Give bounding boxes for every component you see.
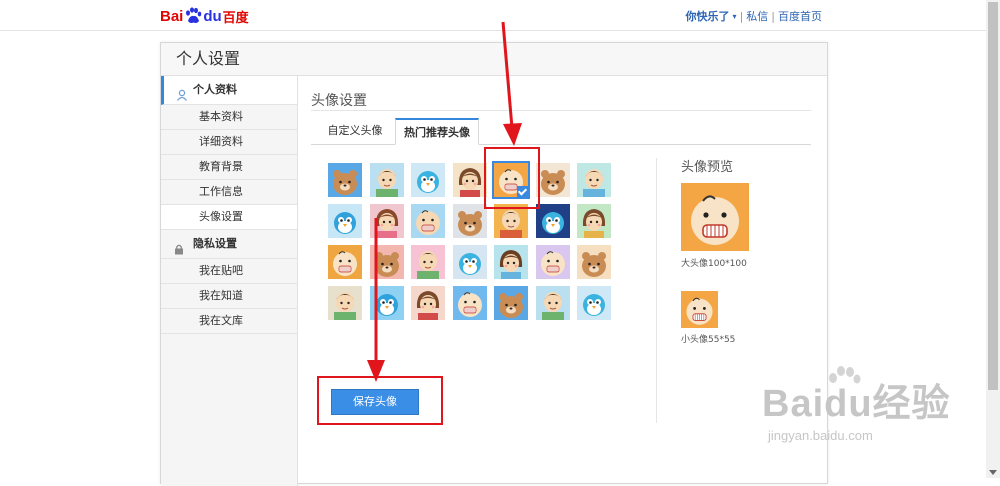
sidebar-item-avatar-settings[interactable]: 头像设置 bbox=[161, 205, 297, 230]
sidebar: 个人资料 基本资料 详细资料 教育背景 工作信息 头像设置 隐私设置 我在贴吧 … bbox=[161, 76, 298, 486]
sidebar-item-zhidao[interactable]: 我在知道 bbox=[161, 284, 297, 309]
section-divider bbox=[311, 110, 811, 111]
settings-panel: 个人设置 个人资料 基本资料 详细资料 教育背景 工作信息 头像设置 隐私设置 … bbox=[160, 42, 828, 486]
avatar-option[interactable] bbox=[453, 204, 487, 238]
sidebar-item-basic-info[interactable]: 基本资料 bbox=[161, 105, 297, 130]
avatar-option[interactable] bbox=[494, 204, 528, 238]
avatar-option[interactable] bbox=[577, 245, 611, 279]
avatar-option[interactable] bbox=[370, 286, 404, 320]
scroll-down-icon[interactable] bbox=[989, 470, 997, 475]
logo-bai-text: Bai bbox=[160, 7, 184, 25]
avatar-option[interactable] bbox=[370, 204, 404, 238]
baidu-home-link[interactable]: 百度首页 bbox=[778, 8, 822, 24]
big-preview-caption: 大头像100*100 bbox=[681, 259, 747, 269]
vertical-scrollbar[interactable] bbox=[986, 0, 1000, 478]
sidebar-item-detail-info[interactable]: 详细资料 bbox=[161, 130, 297, 155]
avatar-option[interactable] bbox=[411, 245, 445, 279]
sidebar-group-label: 个人资料 bbox=[193, 83, 237, 96]
sidebar-group-privacy[interactable]: 隐私设置 bbox=[161, 230, 297, 259]
avatar-option[interactable] bbox=[536, 163, 570, 197]
avatar-option[interactable] bbox=[453, 245, 487, 279]
avatar-option[interactable] bbox=[328, 245, 362, 279]
avatar-option[interactable] bbox=[494, 286, 528, 320]
avatar-option[interactable] bbox=[577, 163, 611, 197]
paw-icon bbox=[184, 7, 202, 25]
avatar-option[interactable] bbox=[328, 163, 362, 197]
username-link[interactable]: 你快乐了 bbox=[686, 8, 730, 24]
top-bar: Bai du 百度 你快乐了 ▾ | 私信 | 百度首页 bbox=[0, 0, 986, 31]
avatar-option[interactable] bbox=[536, 204, 570, 238]
top-links: 你快乐了 ▾ | 私信 | 百度首页 bbox=[685, 8, 822, 24]
lock-icon bbox=[173, 238, 185, 255]
avatar-option[interactable] bbox=[577, 286, 611, 320]
annotation-box-selected-avatar bbox=[484, 147, 540, 209]
tab-custom-avatar[interactable]: 自定义头像 bbox=[317, 118, 393, 143]
annotation-box-save-button bbox=[317, 376, 443, 425]
sidebar-group-label: 隐私设置 bbox=[193, 237, 237, 250]
logo-cn-text: 百度 bbox=[222, 10, 249, 26]
sidebar-group-profile[interactable]: 个人资料 bbox=[161, 76, 297, 105]
preview-title: 头像预览 bbox=[681, 160, 734, 175]
tab-recommended-avatar[interactable]: 热门推荐头像 bbox=[395, 118, 479, 145]
preview-divider bbox=[656, 158, 657, 423]
logo-du-text: du bbox=[203, 7, 222, 25]
avatar-option[interactable] bbox=[453, 286, 487, 320]
scrollbar-thumb[interactable] bbox=[988, 2, 998, 390]
chevron-down-icon[interactable]: ▾ bbox=[733, 12, 737, 21]
paw-icon bbox=[824, 364, 864, 397]
sidebar-item-wenku[interactable]: 我在文库 bbox=[161, 309, 297, 334]
avatar-tabs: 自定义头像 热门推荐头像 bbox=[311, 118, 811, 145]
baidu-logo[interactable]: Bai du 百度 bbox=[160, 6, 249, 26]
page-title: 个人设置 bbox=[161, 43, 827, 76]
small-avatar-preview bbox=[681, 291, 718, 328]
watermark: Baidu经验 jingyan.baidu.com bbox=[762, 366, 951, 443]
user-icon bbox=[176, 84, 188, 101]
avatar-option[interactable] bbox=[453, 163, 487, 197]
avatar-option[interactable] bbox=[370, 163, 404, 197]
avatar-option[interactable] bbox=[370, 245, 404, 279]
small-preview-caption: 小头像55*55 bbox=[681, 335, 736, 345]
sidebar-item-education[interactable]: 教育背景 bbox=[161, 155, 297, 180]
avatar-option[interactable] bbox=[328, 204, 362, 238]
avatar-option[interactable] bbox=[536, 245, 570, 279]
sidebar-item-tieba[interactable]: 我在贴吧 bbox=[161, 259, 297, 284]
avatar-option[interactable] bbox=[536, 286, 570, 320]
avatar-option[interactable] bbox=[577, 204, 611, 238]
watermark-sub: jingyan.baidu.com bbox=[768, 428, 873, 443]
messages-link[interactable]: 私信 bbox=[746, 8, 768, 24]
avatar-option[interactable] bbox=[411, 204, 445, 238]
big-avatar-preview bbox=[681, 183, 749, 251]
avatar-option[interactable] bbox=[411, 286, 445, 320]
avatar-option[interactable] bbox=[328, 286, 362, 320]
avatar-option[interactable] bbox=[411, 163, 445, 197]
section-title: 头像设置 bbox=[311, 93, 367, 109]
avatar-option[interactable] bbox=[494, 245, 528, 279]
sidebar-item-work-info[interactable]: 工作信息 bbox=[161, 180, 297, 205]
